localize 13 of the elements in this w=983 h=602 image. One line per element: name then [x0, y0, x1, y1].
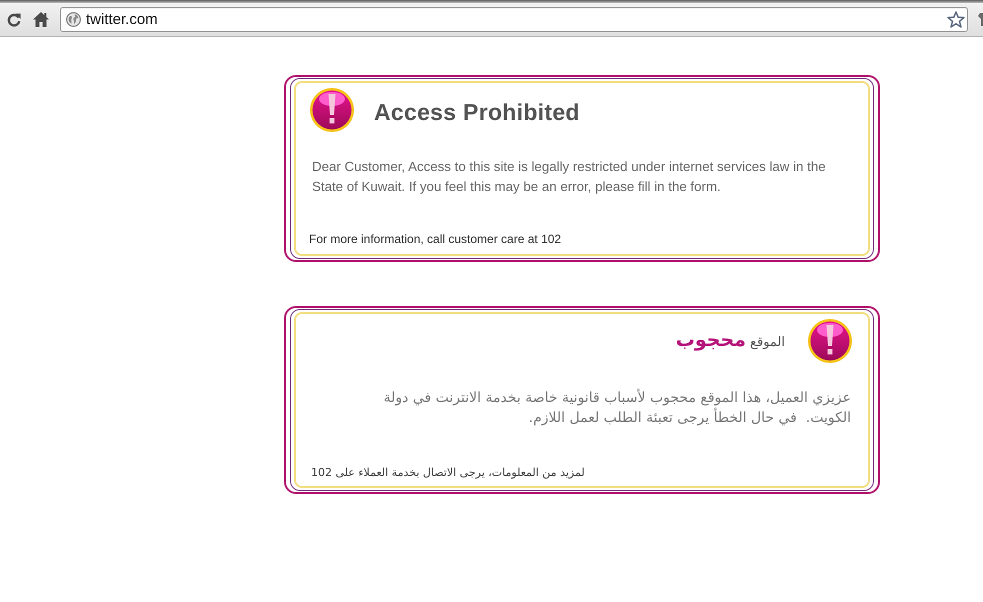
bookmark-star-icon[interactable]	[947, 11, 965, 28]
home-icon[interactable]	[33, 12, 49, 27]
notice-footer: For more information, call customer care at 102	[309, 231, 562, 247]
reload-icon[interactable]	[7, 12, 21, 26]
wrench-icon[interactable]	[977, 13, 983, 26]
notice-title: الموقع محجوب	[676, 328, 785, 350]
notice-footer: لمزيد من المعلومات، يرجى الاتصال بخدمة العملاء على 102	[311, 465, 585, 481]
notice-message: عزيزي العميل، هذا الموقع محجوب لأسباب قانونية خاصة بخدمة الانترنت في دولة الكويت. في حال الخطأ يرجى تعبئة الطلب لعمل اللازم.	[382, 388, 851, 428]
exclamation-icon	[309, 87, 355, 133]
notice-message: Dear Customer, Access to this site is legally restricted under internet services law in the State of Kuwait. If you feel this may be an error, please fill in the form.	[312, 158, 827, 196]
exclamation-icon	[807, 318, 853, 364]
notice-title: Access Prohibited	[374, 98, 580, 126]
address-field[interactable]: twitter.com	[60, 7, 968, 32]
